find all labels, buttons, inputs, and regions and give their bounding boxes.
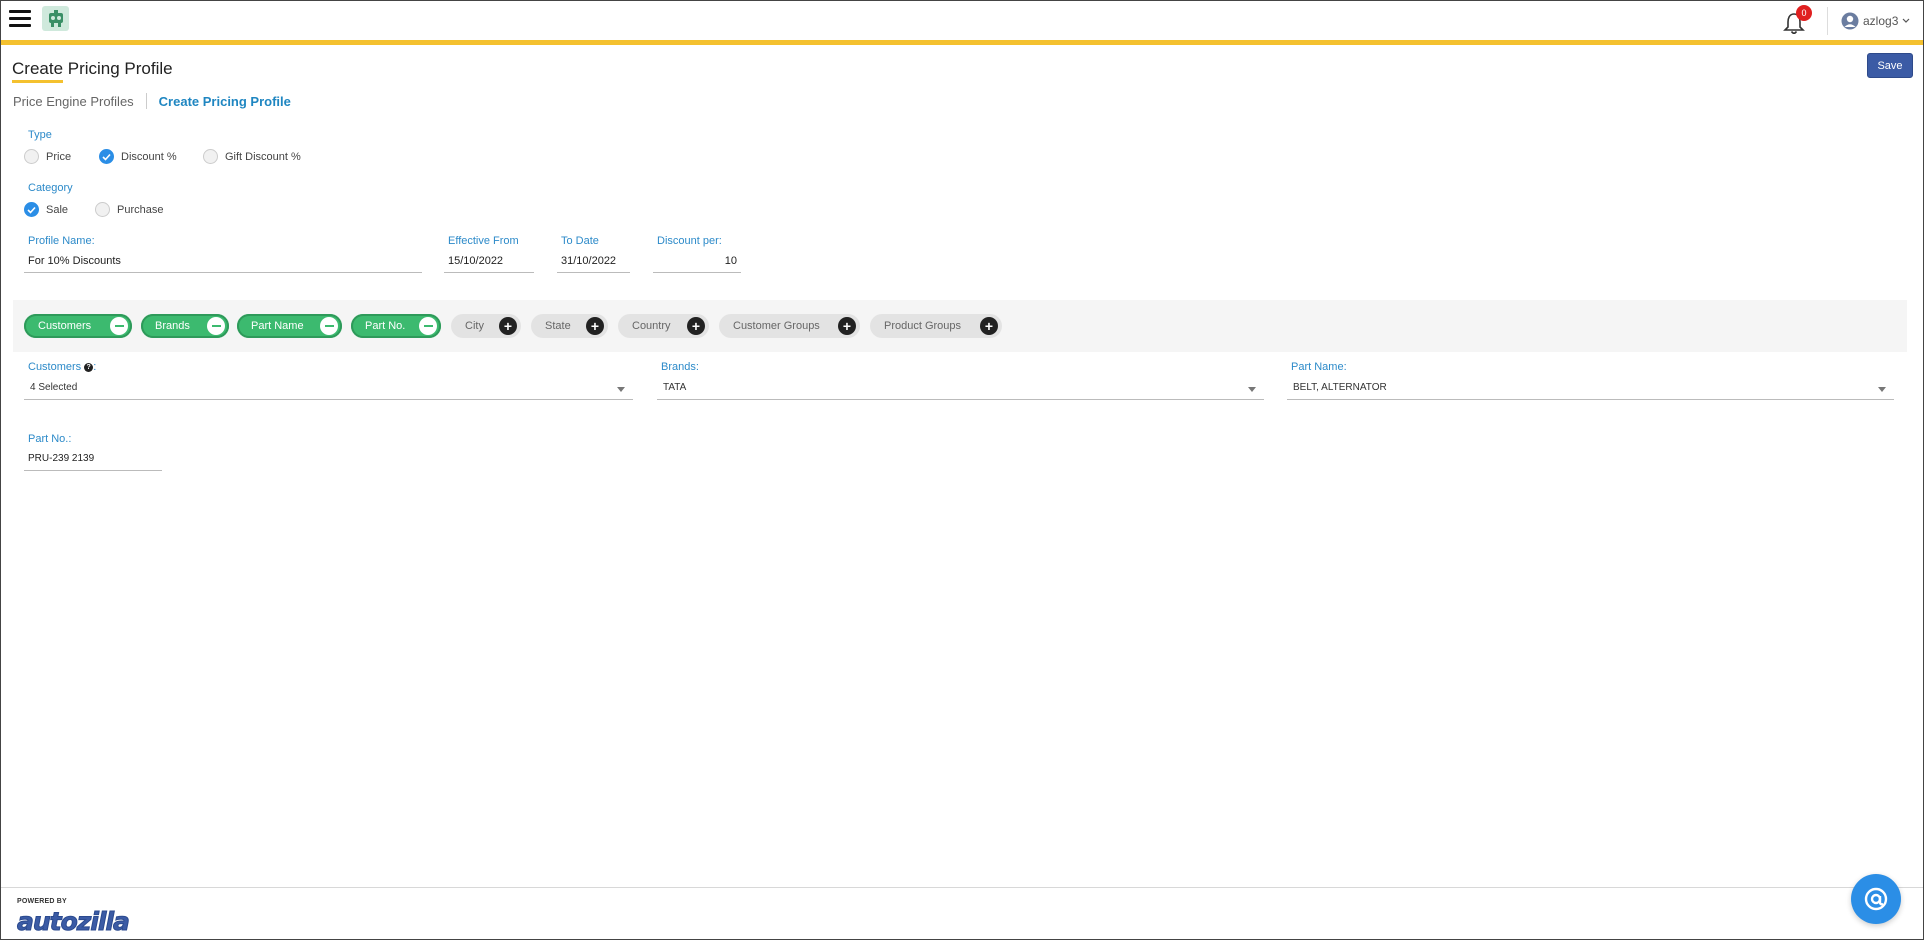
user-menu[interactable]: azlog3: [1841, 12, 1910, 30]
plus-circle-icon[interactable]: +: [980, 317, 998, 335]
radio-unchecked-icon: [203, 149, 218, 164]
part-no-label: Part No.:: [28, 433, 72, 445]
customers-label-text: Customers: [28, 361, 82, 373]
to-date-label: To Date: [561, 235, 599, 247]
plus-circle-icon[interactable]: +: [687, 317, 705, 335]
chip-country[interactable]: Country +: [618, 314, 709, 338]
type-radio-gift-discount[interactable]: Gift Discount %: [203, 149, 301, 164]
chip-part-name[interactable]: Part Name: [237, 314, 342, 338]
part-name-select-value: BELT, ALTERNATOR: [1293, 382, 1387, 393]
effective-from-label: Effective From: [448, 235, 519, 247]
radio-label: Discount %: [121, 150, 177, 163]
minus-circle-icon[interactable]: [419, 317, 437, 335]
chip-label: State: [545, 320, 571, 332]
radio-unchecked-icon: [24, 149, 39, 164]
profile-name-label: Profile Name:: [28, 235, 95, 247]
chip-label: Part No.: [365, 320, 406, 332]
radio-label: Sale: [46, 203, 69, 216]
dropdown-caret-icon: [617, 387, 625, 392]
username: azlog3: [1863, 14, 1899, 28]
chip-brands[interactable]: Brands: [141, 314, 229, 338]
minus-circle-icon[interactable]: [207, 317, 225, 335]
dropdown-caret-icon: [1248, 387, 1256, 392]
category-radio-purchase[interactable]: Purchase: [95, 202, 163, 217]
discount-per-input[interactable]: 10: [653, 251, 741, 273]
chip-label: Brands: [155, 320, 190, 332]
breadcrumb-create-pricing-profile[interactable]: Create Pricing Profile: [159, 94, 291, 109]
chip-customer-groups[interactable]: Customer Groups +: [719, 314, 860, 338]
radio-label: Price: [46, 150, 72, 163]
brands-select-value: TATA: [663, 382, 687, 393]
discount-per-label: Discount per:: [657, 235, 722, 247]
minus-circle-icon[interactable]: [110, 317, 128, 335]
brands-select[interactable]: TATA: [657, 378, 1264, 400]
customers-select-value: 4 Selected: [30, 382, 78, 393]
footer: [1, 887, 1923, 939]
breadcrumb-price-engine-profiles[interactable]: Price Engine Profiles: [13, 94, 134, 109]
chat-button[interactable]: [1851, 874, 1901, 924]
checkmark-icon: [24, 202, 39, 217]
radio-unchecked-icon: [95, 202, 110, 217]
top-bar: 0 azlog3: [1, 1, 1923, 45]
customers-label: Customers?:: [28, 361, 97, 373]
avatar-icon: [1841, 12, 1859, 30]
chip-label: Part Name: [251, 320, 304, 332]
chip-label: Customer Groups: [733, 320, 820, 332]
radio-label: Gift Discount %: [225, 150, 301, 163]
to-date-input[interactable]: 31/10/2022: [557, 251, 630, 273]
plus-circle-icon[interactable]: +: [586, 317, 604, 335]
checkmark-icon: [99, 149, 114, 164]
profile-name-input[interactable]: For 10% Discounts: [24, 251, 422, 273]
chip-part-no[interactable]: Part No.: [351, 314, 441, 338]
part-name-label: Part Name:: [1291, 361, 1347, 373]
plus-circle-icon[interactable]: +: [838, 317, 856, 335]
minus-circle-icon[interactable]: [320, 317, 338, 335]
chip-label: Product Groups: [884, 320, 962, 332]
chip-product-groups[interactable]: Product Groups +: [870, 314, 1002, 338]
chip-label: City: [465, 320, 484, 332]
type-radio-price[interactable]: Price: [24, 149, 71, 164]
brands-label: Brands:: [661, 361, 699, 373]
chip-city[interactable]: City +: [451, 314, 521, 338]
chip-label: Country: [632, 320, 671, 332]
chevron-down-icon: [1902, 18, 1910, 23]
chip-customers[interactable]: Customers: [24, 314, 132, 338]
title-underline: [12, 80, 63, 83]
dropdown-caret-icon: [1878, 387, 1886, 392]
plus-circle-icon[interactable]: +: [499, 317, 517, 335]
info-icon[interactable]: ?: [84, 363, 94, 372]
effective-from-input[interactable]: 15/10/2022: [444, 251, 534, 273]
radio-label: Purchase: [117, 203, 164, 216]
category-radio-sale[interactable]: Sale: [24, 202, 68, 217]
app-logo[interactable]: [42, 6, 69, 31]
divider: [1827, 7, 1828, 35]
chip-label: Customers: [38, 320, 92, 332]
breadcrumb: Price Engine Profiles Create Pricing Pro…: [13, 93, 291, 109]
notification-count-badge: 0: [1796, 5, 1812, 21]
part-no-input[interactable]: PRU-239 2139: [24, 449, 162, 471]
save-button[interactable]: Save: [1867, 53, 1913, 78]
chat-icon: [1864, 887, 1888, 911]
type-radio-discount[interactable]: Discount %: [99, 149, 177, 164]
chip-state[interactable]: State +: [531, 314, 608, 338]
type-label: Type: [28, 129, 52, 141]
autozilla-logo[interactable]: autozilla: [17, 907, 131, 937]
category-label: Category: [28, 182, 73, 194]
customers-select[interactable]: 4 Selected: [24, 378, 633, 400]
powered-by-label: POWERED BY: [17, 898, 67, 905]
page-title: Create Pricing Profile: [12, 59, 173, 78]
breadcrumb-separator: [145, 93, 147, 109]
part-name-select[interactable]: BELT, ALTERNATOR: [1287, 378, 1894, 400]
menu-icon[interactable]: [9, 10, 31, 28]
